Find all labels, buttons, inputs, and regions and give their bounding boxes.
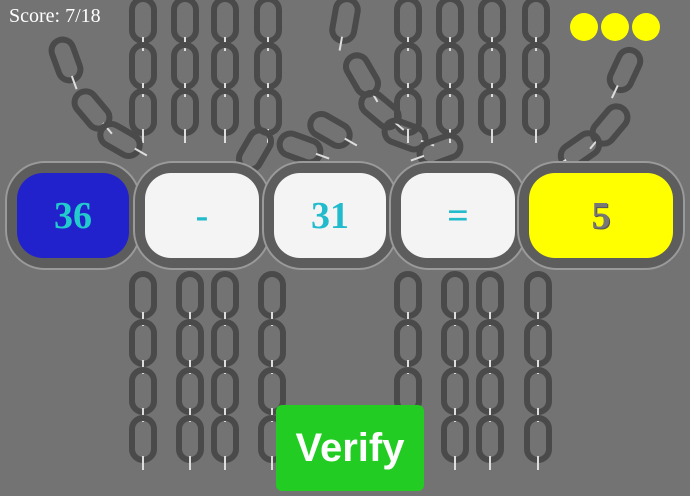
chain-link <box>129 0 157 44</box>
chain-link <box>171 0 199 44</box>
chain-link <box>329 0 361 44</box>
equation-tile-second-operand[interactable]: 31 <box>262 161 398 270</box>
chain-link <box>394 0 422 44</box>
chain-link <box>211 0 239 44</box>
chain-link <box>176 319 204 367</box>
equation-tile-operator[interactable]: - <box>133 161 271 270</box>
operator-symbol: - <box>145 173 259 258</box>
chain-link <box>589 103 631 147</box>
chain-link <box>436 88 464 136</box>
chain-link <box>129 271 157 319</box>
chain-link <box>211 415 239 463</box>
chain-link <box>394 319 422 367</box>
chain-link <box>129 367 157 415</box>
score-label: Score: 7/18 <box>9 5 101 27</box>
chain-link <box>176 415 204 463</box>
chain-link <box>476 319 504 367</box>
chain-link <box>254 42 282 90</box>
chain-link <box>476 271 504 319</box>
chain-link <box>211 367 239 415</box>
equation-tile-equals[interactable]: = <box>389 161 527 270</box>
chain-link <box>129 415 157 463</box>
chain-link <box>524 271 552 319</box>
chain-link <box>441 415 469 463</box>
chain-link <box>258 319 286 367</box>
chain-link <box>176 271 204 319</box>
chain-link <box>394 42 422 90</box>
chain-link <box>436 42 464 90</box>
equation-tile-first-operand[interactable]: 36 <box>5 161 141 270</box>
chain-link <box>211 42 239 90</box>
chain-link <box>476 367 504 415</box>
chain-link <box>176 367 204 415</box>
chain-link <box>436 0 464 44</box>
verify-button[interactable]: Verify <box>276 405 424 491</box>
chain-link <box>524 319 552 367</box>
lives-indicator <box>570 13 660 41</box>
chain-link <box>254 0 282 44</box>
equation-tile-answer[interactable]: 5 <box>517 161 685 270</box>
chain-link <box>606 46 644 94</box>
chain-link <box>476 415 504 463</box>
chain-link <box>522 88 550 136</box>
chain-link <box>97 121 143 159</box>
answer-value: 5 <box>529 173 673 258</box>
chain-link <box>478 0 506 44</box>
life-dot <box>632 13 660 41</box>
first-operand: 36 <box>17 173 129 258</box>
chain-link <box>48 36 84 84</box>
chain-link <box>441 319 469 367</box>
chain-link <box>441 271 469 319</box>
chain-link <box>394 271 422 319</box>
second-operand: 31 <box>274 173 386 258</box>
chain-link <box>522 0 550 44</box>
chain-link <box>254 88 282 136</box>
life-dot <box>570 13 598 41</box>
chain-link <box>129 319 157 367</box>
chain-link <box>522 42 550 90</box>
chain-link <box>478 88 506 136</box>
chain-link <box>524 367 552 415</box>
chain-link <box>478 42 506 90</box>
life-dot <box>601 13 629 41</box>
equals-symbol: = <box>401 173 515 258</box>
chain-link <box>211 88 239 136</box>
chain-link <box>441 367 469 415</box>
chain-link <box>171 42 199 90</box>
chain-link <box>129 88 157 136</box>
chain-link <box>258 271 286 319</box>
chain-link <box>211 271 239 319</box>
chain-link <box>211 319 239 367</box>
chain-link <box>129 42 157 90</box>
chain-link <box>171 88 199 136</box>
chain-link <box>524 415 552 463</box>
